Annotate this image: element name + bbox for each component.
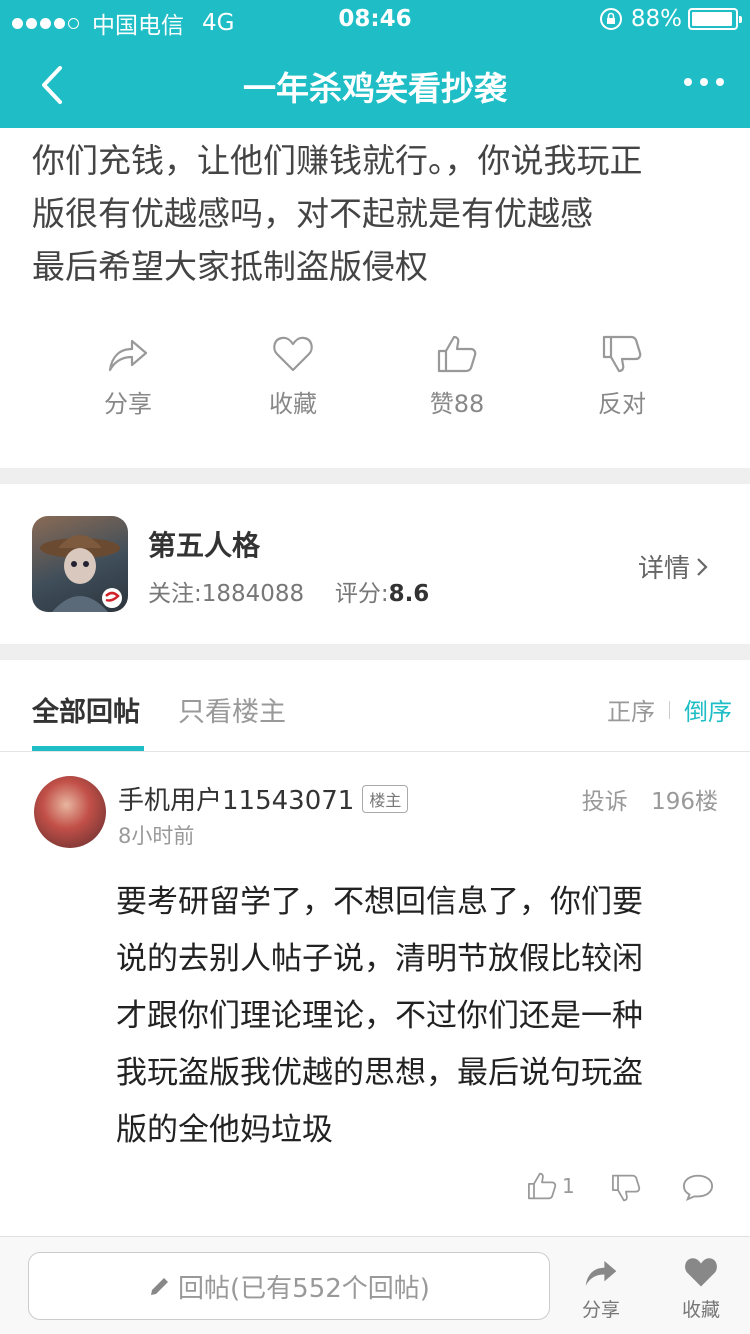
post-content: 你们充钱，让他们赚钱就行。，你说我玩正 版很有优越感吗，对不起就是有优越感 最后…: [32, 134, 722, 293]
section-divider: [0, 644, 750, 660]
share-label: 分享: [104, 390, 152, 418]
sort-ascending[interactable]: 正序: [607, 692, 655, 727]
floor-number: 196楼: [651, 789, 718, 815]
game-details-link[interactable]: 详情: [638, 548, 710, 585]
reply-like-button[interactable]: 1: [526, 1170, 575, 1202]
page-title: 一年杀鸡笑看抄袭: [243, 69, 507, 108]
game-card[interactable]: 第五人格 关注:1884088 评分:8.6 详情: [0, 484, 750, 644]
game-rating-value: 8.6: [388, 581, 430, 607]
thumbs-down-icon: [612, 1174, 641, 1202]
bottom-share-button[interactable]: 分享: [566, 1255, 636, 1322]
heart-icon: [685, 1258, 717, 1287]
reply-time: 8小时前: [118, 824, 195, 848]
reply-line: 说的去别人帖子说，清明节放假比较闲: [116, 941, 643, 977]
bottom-share-label: 分享: [581, 1299, 620, 1321]
status-bar: 中国电信 4G 08:46 88%: [0, 0, 750, 40]
game-rating-label: 评分:: [334, 581, 389, 607]
reply-input-placeholder: 回帖(已有552个回帖): [178, 1273, 430, 1304]
more-menu-button[interactable]: [684, 70, 724, 94]
thumbs-up-icon: [528, 1172, 557, 1200]
post-actions: 分享 收藏 赞88 反对: [0, 334, 750, 424]
dislike-label: 反对: [598, 390, 646, 418]
share-button[interactable]: 分享: [68, 334, 188, 419]
active-tab-indicator: [32, 746, 144, 751]
battery-percent: 88%: [630, 6, 682, 32]
sort-separator: [669, 700, 670, 719]
thumbs-up-icon: [437, 335, 477, 373]
post-line: 最后希望大家抵制盗版侵权: [32, 247, 428, 286]
reply-username[interactable]: 手机用户11543071: [118, 780, 354, 817]
reply-line: 才跟你们理论理论，不过你们还是一种: [116, 998, 643, 1034]
game-stats: 关注:1884088 评分:8.6: [148, 574, 429, 608]
reply-line: 我玩盗版我优越的思想，最后说句玩盗: [116, 1055, 643, 1091]
pencil-icon: [151, 1278, 169, 1295]
chevron-right-icon: [697, 557, 708, 576]
comment-icon: [682, 1174, 714, 1201]
reply-line: 版的全他妈垃圾: [116, 1112, 333, 1148]
share-icon: [108, 339, 148, 372]
reply-input[interactable]: 回帖(已有552个回帖): [28, 1252, 550, 1320]
game-followers: 关注:1884088: [148, 581, 305, 607]
reply-actions: 1: [0, 1166, 750, 1216]
post-line: 版很有优越感吗，对不起就是有优越感: [32, 194, 593, 233]
details-label: 详情: [637, 554, 690, 584]
bottom-favorite-label: 收藏: [681, 1299, 720, 1321]
post-line: 你们充钱，让他们赚钱就行。，你说我玩正: [32, 141, 643, 180]
share-icon: [585, 1260, 617, 1286]
reply-tabs: 全部回帖 只看楼主 正序 倒序: [0, 660, 750, 752]
op-badge: 楼主: [362, 784, 409, 813]
section-divider: [0, 468, 750, 484]
bottom-bar: 回帖(已有552个回帖) 分享 收藏: [0, 1236, 750, 1334]
like-label: 赞88: [429, 390, 485, 418]
thumbs-down-icon: [602, 335, 642, 373]
game-name: 第五人格: [148, 529, 261, 562]
reply-line: 要考研留学了，不想回信息了，你们要: [116, 884, 643, 920]
sort-toggle: 正序 倒序: [607, 692, 732, 727]
avatar[interactable]: [34, 776, 106, 848]
game-icon: [32, 516, 128, 612]
nav-bar: 一年杀鸡笑看抄袭: [0, 40, 750, 128]
battery-icon: [688, 8, 742, 30]
favorite-label: 收藏: [269, 390, 317, 418]
tab-op-only[interactable]: 只看楼主: [178, 690, 286, 729]
reply-content: 要考研留学了，不想回信息了，你们要 说的去别人帖子说，清明节放假比较闲 才跟你们…: [116, 874, 716, 1159]
bottom-favorite-button[interactable]: 收藏: [666, 1255, 736, 1322]
reply-comment-button[interactable]: [682, 1172, 714, 1202]
reply-like-count: 1: [562, 1174, 575, 1198]
reply-meta: 投诉 196楼: [566, 782, 718, 816]
app-header: 中国电信 4G 08:46 88% 一年杀鸡笑看抄袭: [0, 0, 750, 128]
favorite-button[interactable]: 收藏: [233, 334, 353, 419]
sort-descending[interactable]: 倒序: [684, 692, 732, 727]
report-link[interactable]: 投诉: [582, 789, 628, 815]
rotation-lock-icon: [599, 8, 622, 30]
tab-all-replies[interactable]: 全部回帖: [32, 690, 140, 729]
like-button[interactable]: 赞88: [397, 334, 517, 419]
heart-icon: [273, 336, 313, 372]
reply-dislike-button[interactable]: [610, 1172, 642, 1204]
dislike-button[interactable]: 反对: [562, 334, 682, 419]
reply-author: 手机用户11543071 楼主: [118, 780, 409, 817]
